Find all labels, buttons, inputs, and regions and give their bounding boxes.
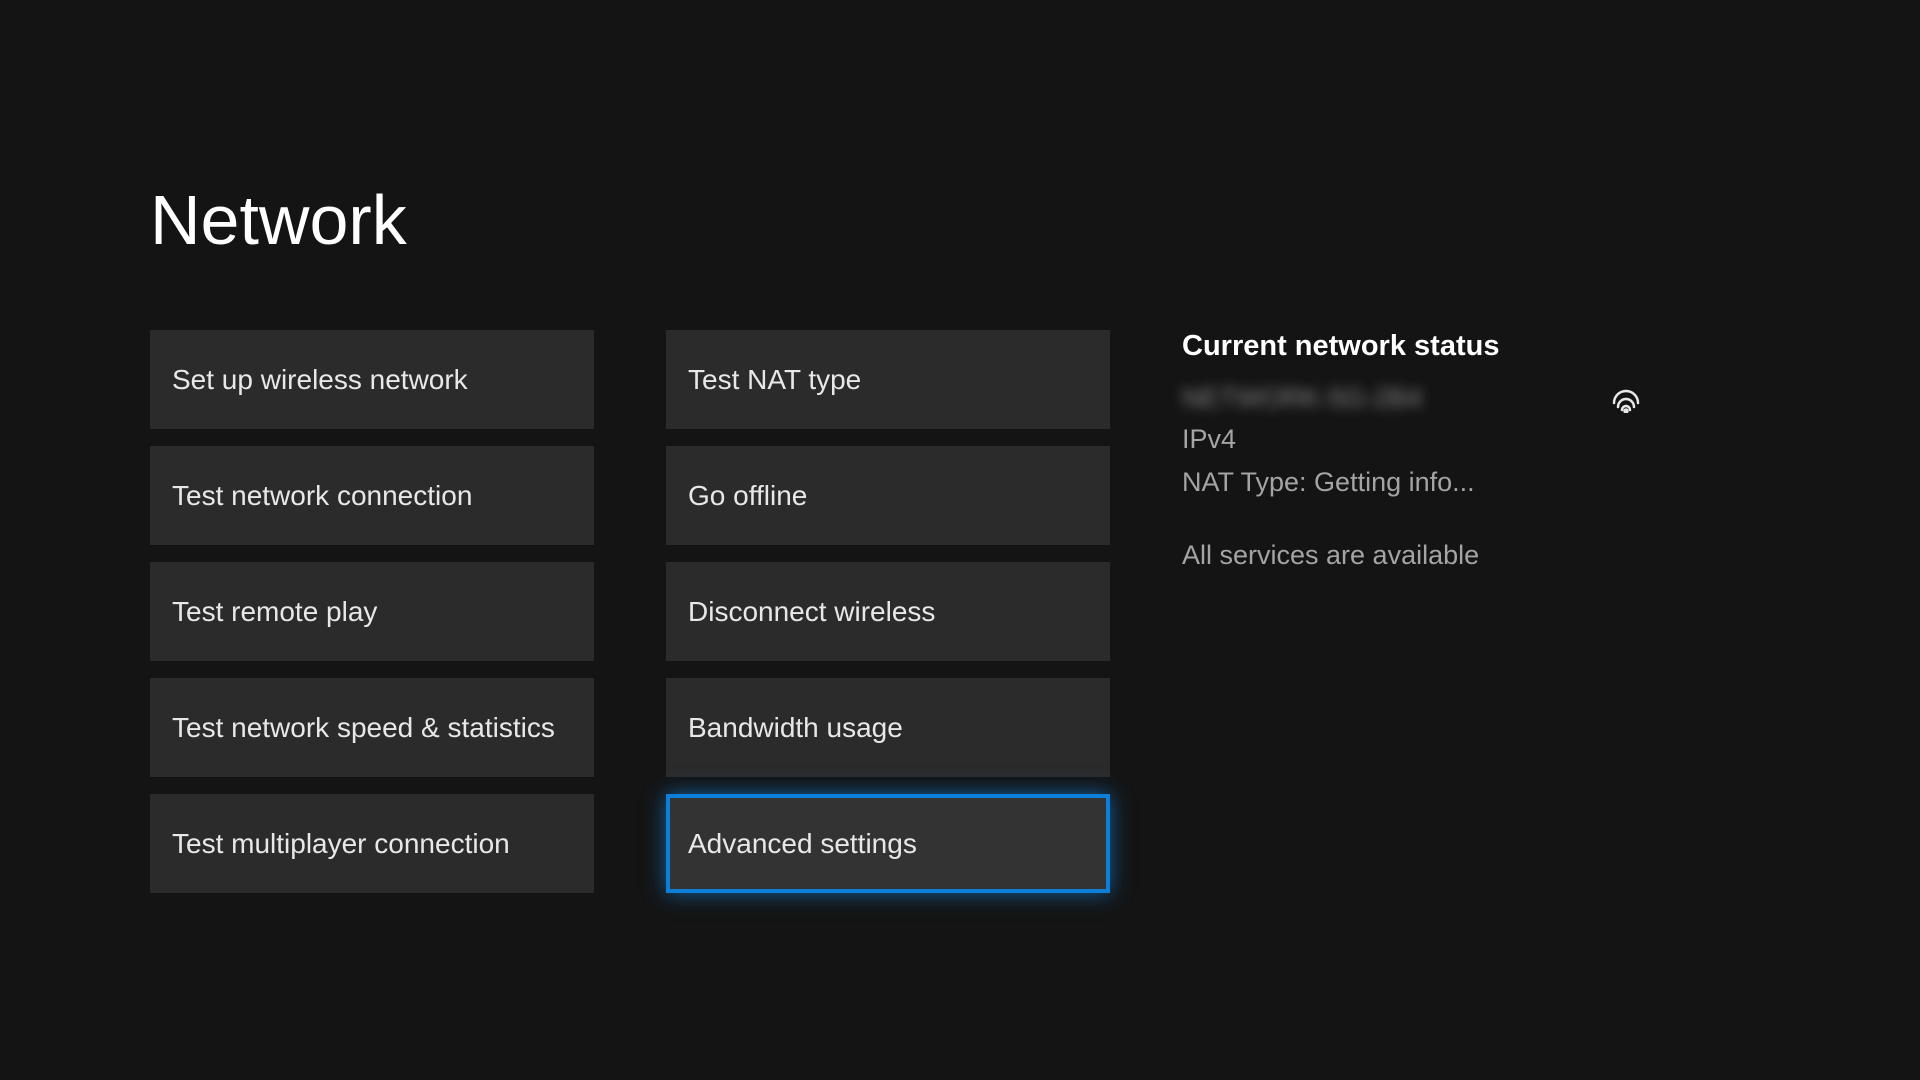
- test-network-speed-button[interactable]: Test network speed & statistics: [150, 678, 594, 777]
- test-nat-type-button[interactable]: Test NAT type: [666, 330, 1110, 429]
- menu-label: Disconnect wireless: [688, 596, 935, 628]
- menu-label: Bandwidth usage: [688, 712, 903, 744]
- menu-column-2: Test NAT type Go offline Disconnect wire…: [666, 330, 1110, 893]
- page-title: Network: [150, 180, 1770, 260]
- status-panel: Current network status NETWORK-5G-2B4 IP…: [1182, 330, 1642, 893]
- wifi-icon: [1610, 385, 1642, 413]
- test-network-connection-button[interactable]: Test network connection: [150, 446, 594, 545]
- go-offline-button[interactable]: Go offline: [666, 446, 1110, 545]
- nat-type-label: NAT Type: Getting info...: [1182, 467, 1642, 498]
- menu-label: Test multiplayer connection: [172, 828, 510, 860]
- bandwidth-usage-button[interactable]: Bandwidth usage: [666, 678, 1110, 777]
- test-remote-play-button[interactable]: Test remote play: [150, 562, 594, 661]
- ip-version-label: IPv4: [1182, 424, 1642, 455]
- test-multiplayer-button[interactable]: Test multiplayer connection: [150, 794, 594, 893]
- advanced-settings-button[interactable]: Advanced settings: [666, 794, 1110, 893]
- menu-label: Advanced settings: [688, 828, 917, 860]
- services-status-label: All services are available: [1182, 540, 1642, 571]
- menu-label: Test NAT type: [688, 364, 861, 396]
- network-row: NETWORK-5G-2B4: [1182, 383, 1642, 414]
- menu-label: Test remote play: [172, 596, 377, 628]
- disconnect-wireless-button[interactable]: Disconnect wireless: [666, 562, 1110, 661]
- menu-label: Test network connection: [172, 480, 472, 512]
- setup-wireless-button[interactable]: Set up wireless network: [150, 330, 594, 429]
- status-heading: Current network status: [1182, 330, 1642, 363]
- content-area: Set up wireless network Test network con…: [150, 330, 1770, 893]
- menu-label: Go offline: [688, 480, 807, 512]
- network-name-label: NETWORK-5G-2B4: [1182, 383, 1422, 414]
- menu-column-1: Set up wireless network Test network con…: [150, 330, 594, 893]
- menu-label: Test network speed & statistics: [172, 712, 555, 744]
- menu-label: Set up wireless network: [172, 364, 468, 396]
